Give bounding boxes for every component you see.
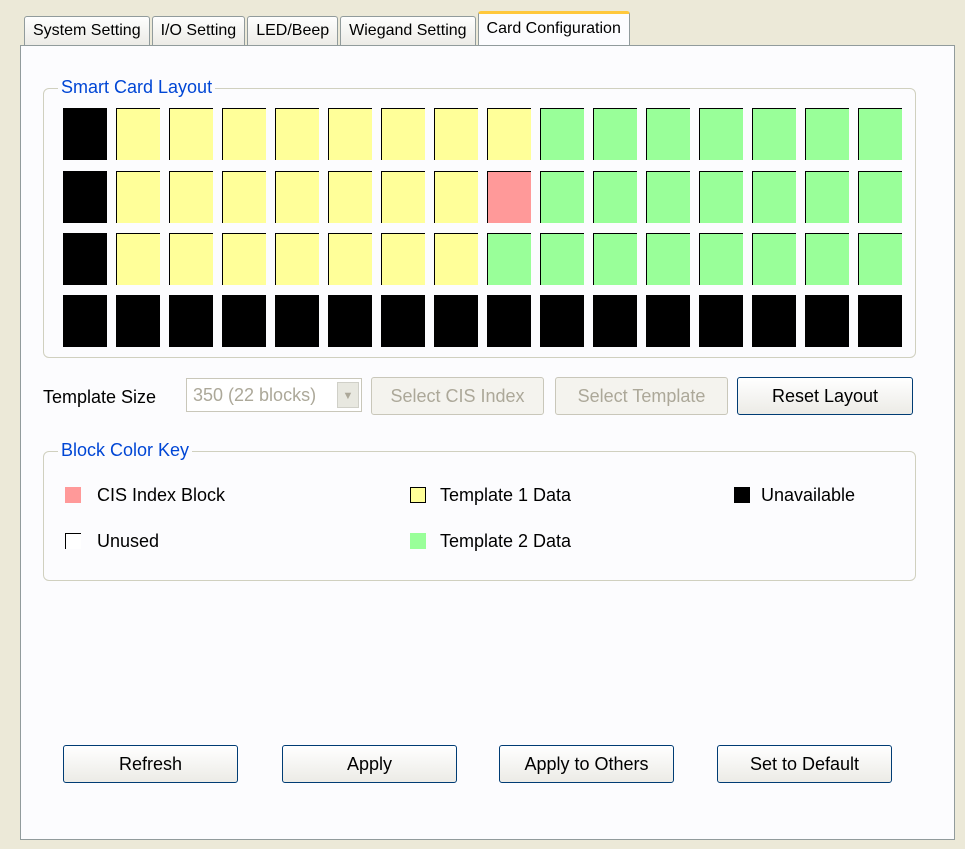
cis-key-label: CIS Index Block — [97, 485, 226, 505]
smart-card-layout-title: Smart Card Layout — [58, 77, 216, 98]
card-block-template1[interactable] — [381, 108, 425, 160]
card-block-template2[interactable] — [540, 171, 584, 223]
card-block-template1[interactable] — [328, 171, 372, 223]
card-block-template1[interactable] — [116, 233, 160, 285]
template-size-label: Template Size — [43, 387, 157, 407]
card-block-unavailable[interactable] — [381, 295, 425, 347]
apply-to-others-button[interactable]: Apply to Others — [499, 745, 674, 783]
card-block-template2[interactable] — [805, 171, 849, 223]
card-block-template1[interactable] — [222, 108, 266, 160]
cis-swatch — [65, 487, 81, 503]
card-block-template2[interactable] — [646, 108, 690, 160]
card-block-template2[interactable] — [646, 171, 690, 223]
card-block-template1[interactable] — [169, 171, 213, 223]
card-block-template1[interactable] — [434, 171, 478, 223]
unused-swatch — [65, 533, 81, 549]
card-block-unavailable[interactable] — [805, 295, 849, 347]
select-cis-index-button[interactable]: Select CIS Index — [371, 377, 544, 415]
tab-system-setting[interactable]: System Setting — [24, 16, 150, 45]
card-block-template2[interactable] — [540, 233, 584, 285]
set-to-default-button[interactable]: Set to Default — [717, 745, 892, 783]
card-block-template1[interactable] — [275, 171, 319, 223]
card-block-unavailable[interactable] — [169, 295, 213, 347]
tab-io-setting[interactable]: I/O Setting — [151, 16, 246, 45]
card-block-cis[interactable] — [487, 171, 531, 223]
smart-card-layout-group: Smart Card Layout — [43, 77, 916, 358]
tab-card-configuration[interactable]: Card Configuration — [477, 11, 630, 46]
card-block-template1[interactable] — [434, 108, 478, 160]
unused-key-label: Unused — [97, 531, 160, 551]
card-block-unavailable[interactable] — [116, 295, 160, 347]
card-block-template2[interactable] — [593, 108, 637, 160]
card-block-unavailable[interactable] — [858, 295, 902, 347]
card-block-template1[interactable] — [222, 171, 266, 223]
card-block-template2[interactable] — [805, 108, 849, 160]
card-block-unavailable[interactable] — [63, 108, 107, 160]
card-block-template1[interactable] — [275, 108, 319, 160]
card-block-template2[interactable] — [593, 171, 637, 223]
tab-led-beep[interactable]: LED/Beep — [247, 16, 339, 45]
card-block-template2[interactable] — [593, 233, 637, 285]
template2-swatch — [410, 533, 426, 549]
card-block-template2[interactable] — [805, 233, 849, 285]
template2-key-label: Template 2 Data — [440, 531, 572, 551]
template1-swatch — [410, 487, 426, 503]
card-block-unavailable[interactable] — [752, 295, 796, 347]
refresh-button[interactable]: Refresh — [63, 745, 238, 783]
card-block-unavailable[interactable] — [275, 295, 319, 347]
card-block-unavailable[interactable] — [540, 295, 584, 347]
card-block-template1[interactable] — [116, 171, 160, 223]
card-block-unavailable[interactable] — [63, 295, 107, 347]
block-color-key-group: Block Color Key CIS Index Block Template… — [43, 440, 916, 581]
card-block-template2[interactable] — [752, 171, 796, 223]
template-size-select[interactable]: 350 (22 blocks) ▼ — [186, 378, 362, 412]
card-block-template2[interactable] — [858, 108, 902, 160]
unavailable-key-label: Unavailable — [761, 485, 856, 505]
apply-button[interactable]: Apply — [282, 745, 457, 783]
card-block-template2[interactable] — [646, 233, 690, 285]
tab-wiegand-setting[interactable]: Wiegand Setting — [340, 16, 476, 45]
card-block-unavailable[interactable] — [699, 295, 743, 347]
card-block-unavailable[interactable] — [63, 233, 107, 285]
card-block-template2[interactable] — [699, 171, 743, 223]
reset-layout-button[interactable]: Reset Layout — [737, 377, 913, 415]
tab-strip: System Setting I/O Setting LED/Beep Wieg… — [24, 11, 632, 46]
card-block-unavailable[interactable] — [222, 295, 266, 347]
chevron-down-icon[interactable]: ▼ — [337, 382, 359, 408]
card-block-unavailable[interactable] — [434, 295, 478, 347]
card-block-template1[interactable] — [275, 233, 319, 285]
card-block-template1[interactable] — [434, 233, 478, 285]
card-block-template1[interactable] — [381, 171, 425, 223]
template-size-value: 350 (22 blocks) — [193, 385, 317, 405]
card-block-unavailable[interactable] — [487, 295, 531, 347]
card-block-template2[interactable] — [540, 108, 584, 160]
card-block-unavailable[interactable] — [63, 171, 107, 223]
card-block-template2[interactable] — [699, 108, 743, 160]
card-block-template1[interactable] — [169, 108, 213, 160]
unavailable-swatch — [734, 487, 750, 503]
select-template-button[interactable]: Select Template — [555, 377, 728, 415]
card-block-unavailable[interactable] — [593, 295, 637, 347]
card-block-unavailable[interactable] — [328, 295, 372, 347]
template1-key-label: Template 1 Data — [440, 485, 572, 505]
block-color-key-title: Block Color Key — [58, 440, 193, 461]
card-block-template2[interactable] — [858, 233, 902, 285]
card-block-template2[interactable] — [487, 233, 531, 285]
card-block-template2[interactable] — [858, 171, 902, 223]
card-block-template1[interactable] — [328, 108, 372, 160]
card-block-template1[interactable] — [487, 108, 531, 160]
card-block-template2[interactable] — [752, 108, 796, 160]
card-block-template1[interactable] — [116, 108, 160, 160]
card-block-template2[interactable] — [699, 233, 743, 285]
card-block-unavailable[interactable] — [646, 295, 690, 347]
card-block-template1[interactable] — [169, 233, 213, 285]
card-block-template1[interactable] — [381, 233, 425, 285]
card-block-template1[interactable] — [222, 233, 266, 285]
card-block-template2[interactable] — [752, 233, 796, 285]
card-block-template1[interactable] — [328, 233, 372, 285]
tab-panel: Smart Card Layout Template Size 350 (22 … — [20, 45, 955, 840]
